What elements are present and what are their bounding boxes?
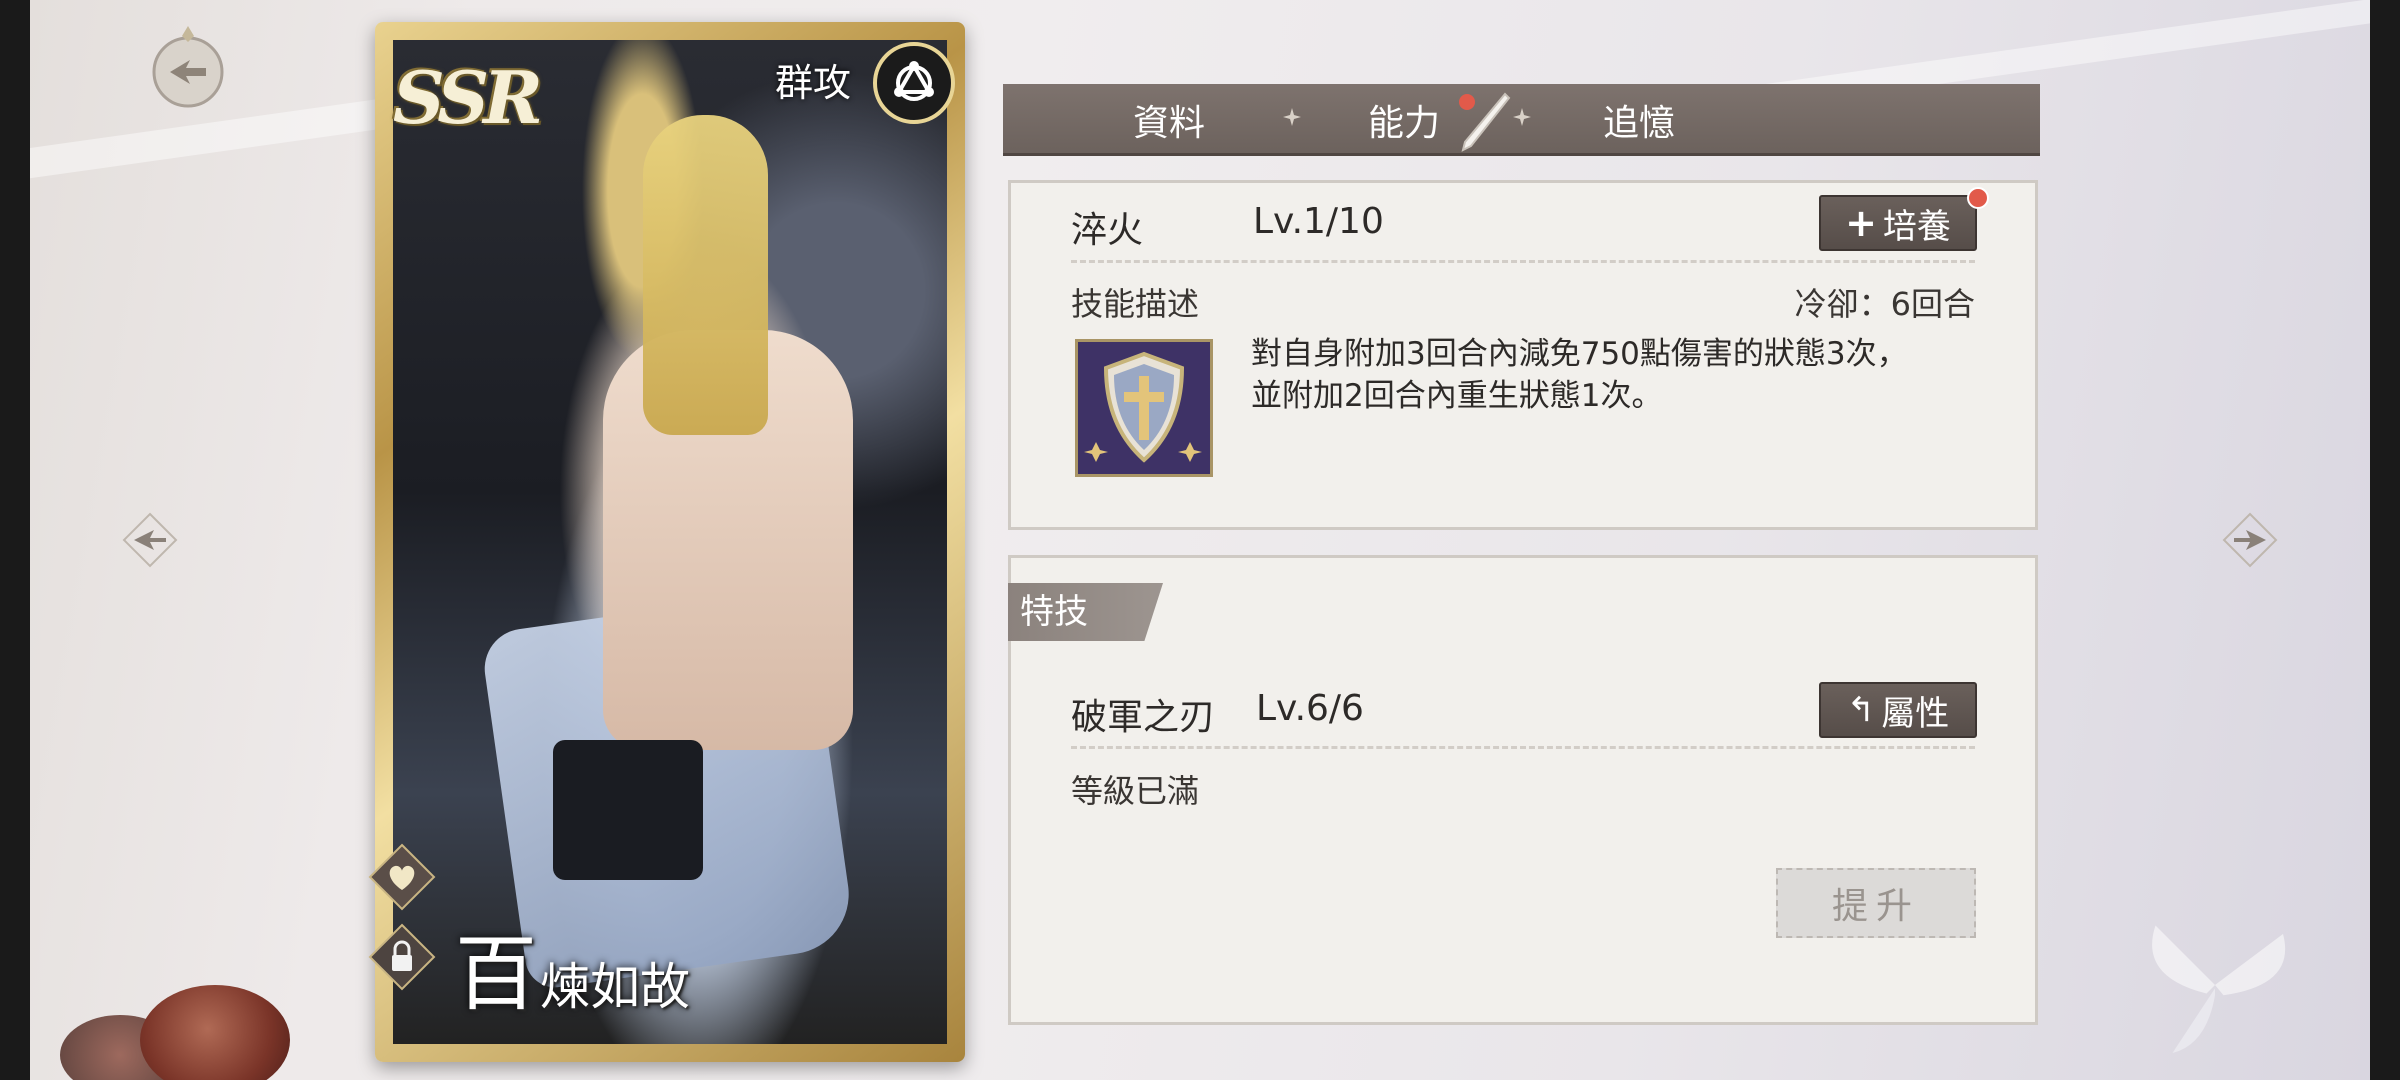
favorite-heart-icon[interactable] (367, 842, 437, 912)
special-skill-panel: 特技 破軍之刃 Lv.6/6 ↰ 屬性 等級已滿 提升 (1008, 555, 2038, 1025)
attack-type-label: 群攻 (775, 61, 852, 105)
notification-dot (1967, 187, 1989, 209)
upgrade-button[interactable]: 提升 (1776, 868, 1976, 938)
skill-name: 淬火 (1071, 210, 1144, 251)
character-card[interactable]: SSR 群攻 百 煉如故 (368, 22, 965, 1062)
illustration-hair (643, 115, 768, 435)
shield-cross-icon (1075, 339, 1213, 477)
attack-type-icon (873, 42, 955, 124)
character-illustration (393, 40, 947, 1044)
card-name-first-char: 百 (455, 927, 538, 1022)
active-tab-quill-icon (1459, 92, 1511, 152)
lock-icon[interactable] (367, 922, 437, 992)
return-arrow-icon: ↰ (1846, 690, 1876, 730)
tab-memory[interactable]: 追憶 (1603, 94, 1675, 146)
attribute-button-label: 屬性 (1881, 693, 1950, 734)
special-section-tag: 特技 (1008, 583, 1163, 641)
illustration-pants (553, 740, 703, 880)
special-skill-level: Lv.6/6 (1256, 688, 1364, 729)
attribute-button[interactable]: ↰ 屬性 (1819, 682, 1977, 738)
divider (1071, 746, 1975, 749)
special-skill-name: 破軍之刃 (1071, 697, 1216, 738)
previous-card-arrow-icon[interactable] (120, 510, 180, 570)
tab-separator-star-icon (1283, 108, 1301, 126)
train-button-label: 培養 (1882, 206, 1951, 247)
divider (1071, 260, 1975, 263)
tab-separator-star-icon (1513, 108, 1531, 126)
skill-description: 對自身附加3回合內減免750點傷害的狀態3次， 並附加2回合內重生狀態1次。 (1251, 336, 1908, 414)
rose-decoration (140, 985, 290, 1080)
back-button[interactable] (140, 18, 236, 114)
level-max-status: 等級已滿 (1071, 772, 1200, 810)
cooldown-label: 冷卻：6回合 (1794, 285, 1975, 323)
rarity-badge: SSR (392, 54, 543, 140)
plus-icon: + (1845, 201, 1877, 245)
active-skill-panel: 淬火 Lv.1/10 + 培養 技能描述 冷卻：6回合 對自身附加3回合內減免7… (1008, 180, 2038, 530)
tab-ability[interactable]: 能力 (1368, 94, 1440, 146)
skill-level: Lv.1/10 (1253, 201, 1384, 242)
next-card-arrow-icon[interactable] (2220, 510, 2280, 570)
train-button[interactable]: + 培養 (1819, 195, 1977, 251)
butterfly-decoration (2152, 925, 2286, 1053)
tab-bar: 資料 能力 追憶 (1003, 84, 2040, 156)
skill-description-label: 技能描述 (1071, 285, 1200, 323)
card-name-rest: 煉如故 (540, 958, 690, 1016)
tab-data[interactable]: 資料 (1133, 94, 1205, 146)
